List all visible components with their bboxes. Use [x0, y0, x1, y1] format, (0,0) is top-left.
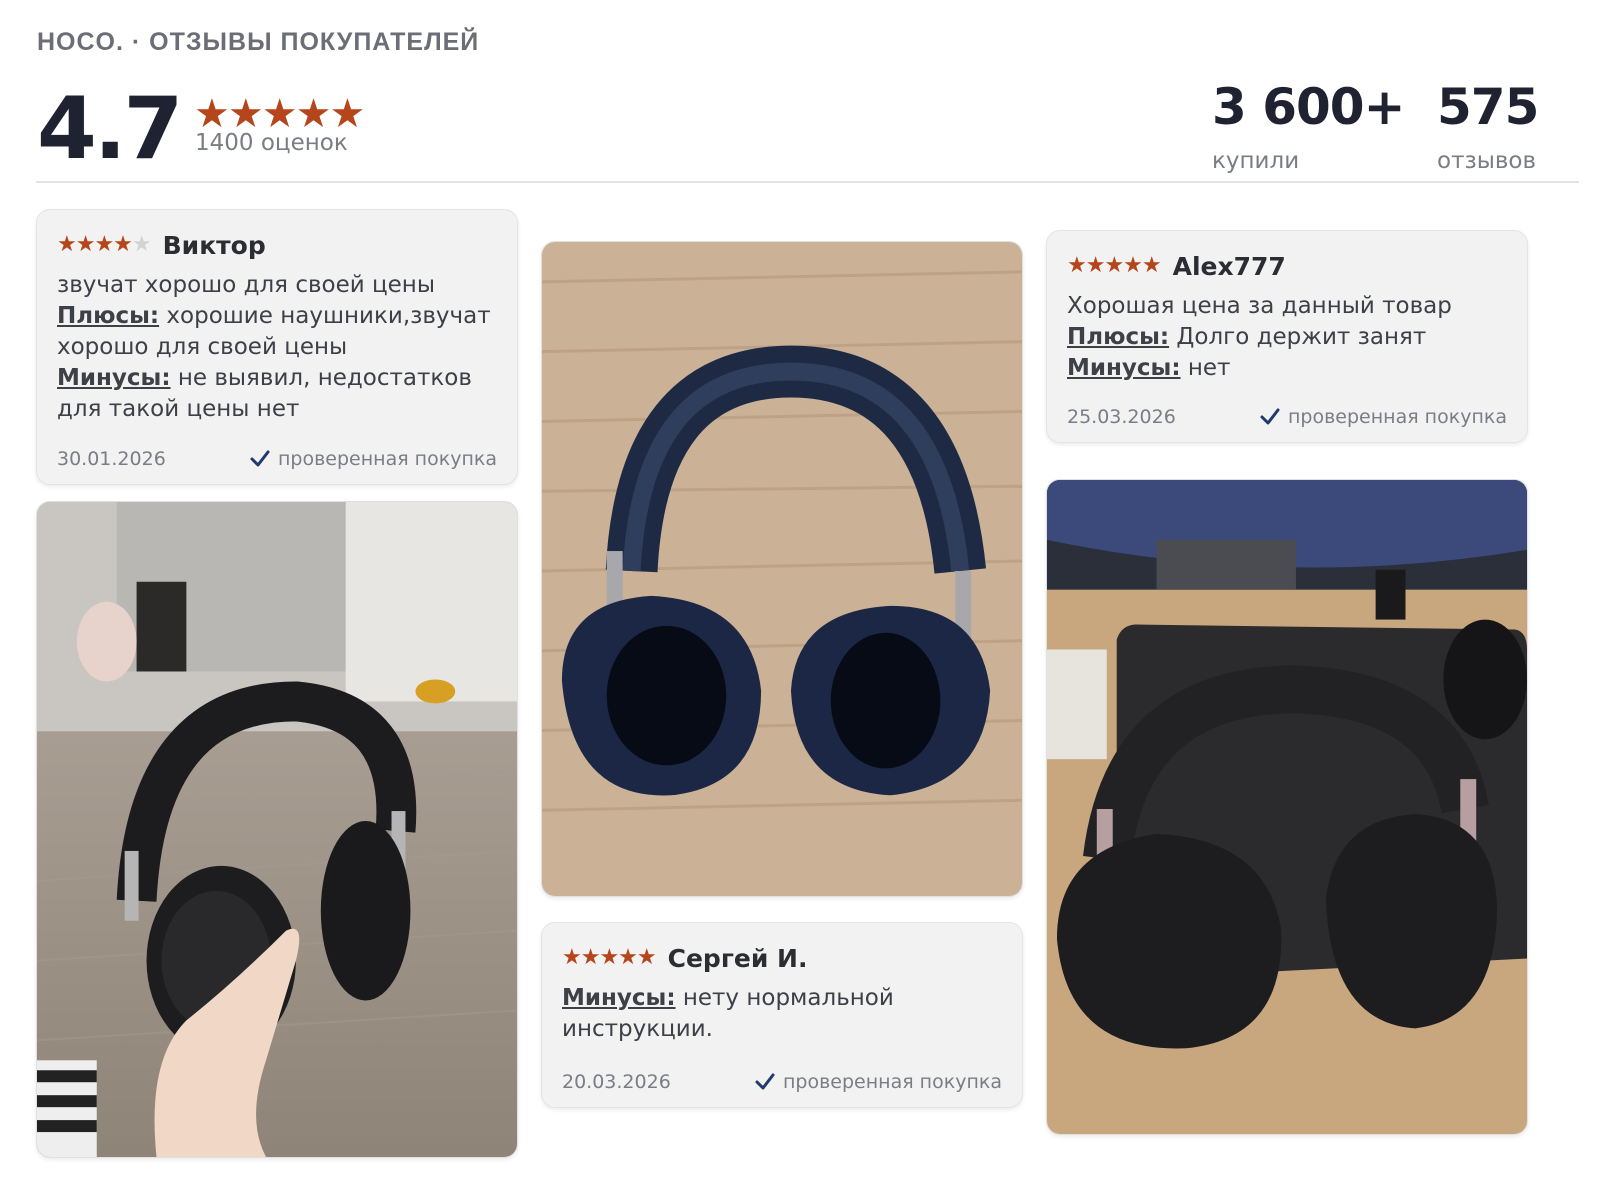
verified-badge: проверенная покупка — [1260, 406, 1507, 428]
review-card[interactable]: ★★★★★ Alex777 Хорошая цена за данный тов… — [1046, 230, 1528, 443]
review-stars: ★★★★★ — [57, 232, 152, 257]
review-date: 25.03.2026 — [1067, 406, 1176, 428]
header-divider — [36, 181, 1579, 183]
review-author: Alex777 — [1172, 251, 1286, 281]
review-card[interactable]: ★★★★★ Виктор звучат хорошо для своей цен… — [36, 209, 518, 485]
review-card[interactable]: ★★★★★ Сергей И. Минусы: нету нормальной … — [541, 922, 1023, 1108]
review-text: звучат хорошо для своей цены — [57, 272, 436, 298]
check-icon — [1260, 408, 1280, 425]
review-stars: ★★★★★ — [562, 945, 657, 970]
verified-badge: проверенная покупка — [755, 1071, 1002, 1093]
review-author: Сергей И. — [667, 943, 808, 973]
headphones-photo-2 — [542, 242, 1022, 896]
review-cons: Минусы: нет — [1067, 353, 1507, 384]
rating-stars: ★★★★★ — [194, 91, 365, 137]
stat-bought-value: 3 600+ — [1212, 78, 1405, 136]
review-text: Хорошая цена за данный товар — [1067, 293, 1452, 319]
review-cons: Минусы: нету нормальной инструкции. — [562, 983, 1002, 1045]
verified-badge: проверенная покупка — [250, 448, 497, 470]
pros-label: Плюсы: — [57, 303, 160, 329]
review-stars: ★★★★★ — [1067, 253, 1162, 278]
review-photo[interactable] — [1046, 479, 1528, 1135]
review-pros: Плюсы: Долго держит занят — [1067, 322, 1507, 353]
review-body: звучат хорошо для своей цены Плюсы: хоро… — [57, 270, 497, 425]
review-date: 20.03.2026 — [562, 1071, 671, 1093]
review-head: ★★★★★ Виктор — [57, 230, 497, 260]
verified-label: проверенная покупка — [277, 448, 497, 470]
stat-reviews-label: отзывов — [1437, 148, 1537, 174]
headphones-photo-3 — [1047, 480, 1527, 1134]
verified-label: проверенная покупка — [782, 1071, 1002, 1093]
review-cons: Минусы: не выявил, недостатков для такой… — [57, 363, 497, 425]
review-body: Минусы: нету нормальной инструкции. — [562, 983, 1002, 1045]
check-icon — [250, 450, 270, 467]
review-pros: Плюсы: хорошие наушники,звучат хорошо дл… — [57, 301, 497, 363]
cons-label: Минусы: — [562, 985, 676, 1011]
review-footer: 20.03.2026 проверенная покупка — [562, 1071, 1002, 1093]
stat-reviews-value: 575 — [1437, 78, 1539, 136]
stat-bought: 3 600+ купили — [1212, 78, 1405, 174]
cons-label: Минусы: — [57, 365, 171, 391]
review-date: 30.01.2026 — [57, 448, 166, 470]
review-footer: 25.03.2026 проверенная покупка — [1067, 406, 1507, 428]
review-footer: 30.01.2026 проверенная покупка — [57, 448, 497, 470]
pros-text: Долго держит занят — [1176, 324, 1427, 350]
review-head: ★★★★★ Сергей И. — [562, 943, 1002, 973]
cons-text: нет — [1187, 355, 1231, 381]
reviews-header: HOCO. · ОТЗЫВЫ ПОКУПАТЕЛЕЙ 4.7 ★★★★★ 140… — [37, 24, 1580, 184]
review-head: ★★★★★ Alex777 — [1067, 251, 1507, 281]
average-rating: 4.7 — [37, 79, 183, 179]
stat-bought-label: купили — [1212, 148, 1300, 174]
review-photo[interactable] — [36, 501, 518, 1158]
rating-count: 1400 оценок — [195, 130, 348, 156]
brand-title: HOCO. · ОТЗЫВЫ ПОКУПАТЕЛЕЙ — [37, 28, 480, 56]
pros-label: Плюсы: — [1067, 324, 1170, 350]
cons-label: Минусы: — [1067, 355, 1181, 381]
review-author: Виктор — [162, 230, 266, 260]
verified-label: проверенная покупка — [1287, 406, 1507, 428]
review-body: Хорошая цена за данный товар Плюсы: Долг… — [1067, 291, 1507, 384]
review-photo[interactable] — [541, 241, 1023, 897]
headphones-photo-1 — [37, 502, 517, 1157]
stat-reviews: 575 отзывов — [1437, 78, 1539, 174]
check-icon — [755, 1073, 775, 1090]
